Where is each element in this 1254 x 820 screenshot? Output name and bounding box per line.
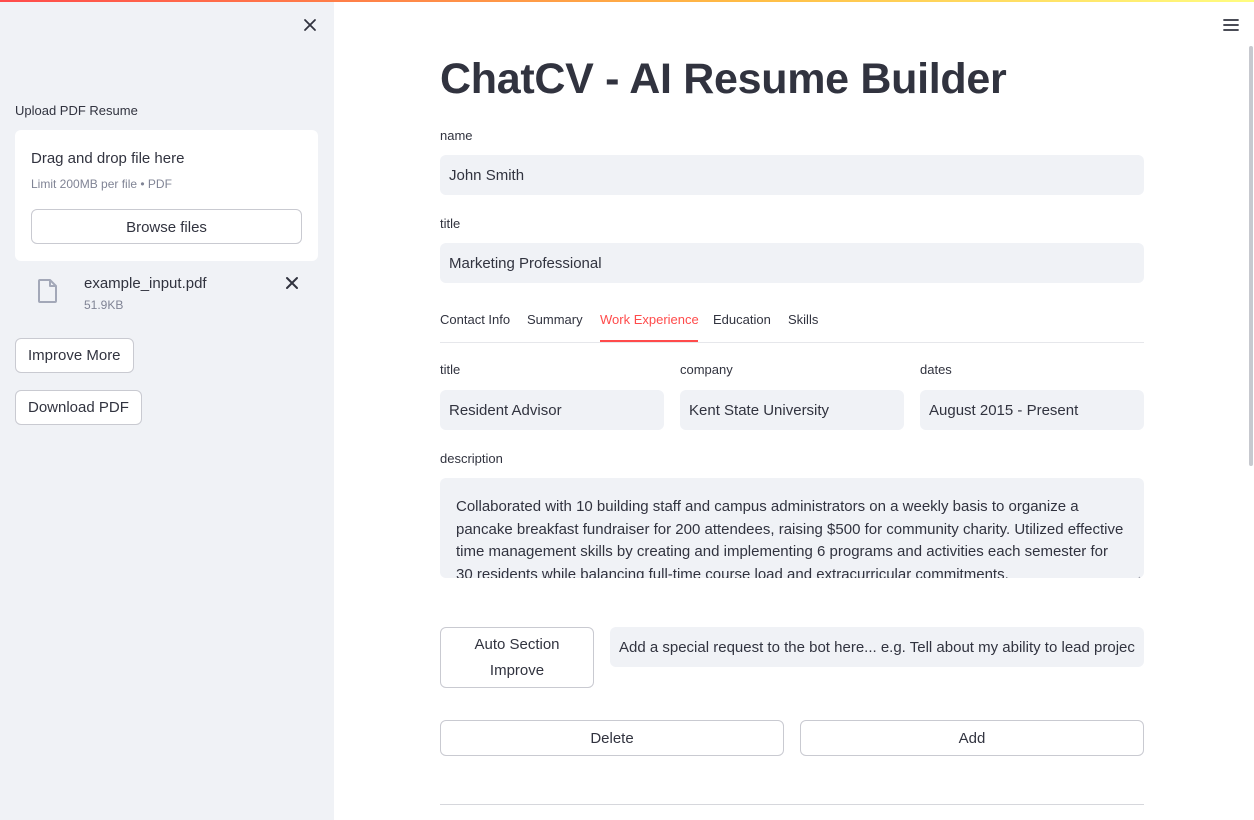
file-icon <box>37 278 59 304</box>
dates-label: dates <box>920 362 952 377</box>
name-label: name <box>440 128 473 143</box>
job-title-input[interactable] <box>440 390 664 430</box>
section-tabs: Contact Info Summary Work Experience Edu… <box>440 304 1144 343</box>
tab-summary[interactable]: Summary <box>527 312 583 327</box>
company-input[interactable] <box>680 390 904 430</box>
upload-label: Upload PDF Resume <box>15 103 138 118</box>
main-scrollbar[interactable] <box>1249 46 1253 466</box>
top-decoration-bar <box>0 0 1254 2</box>
uploaded-file-item: example_input.pdf 51.9KB <box>15 268 318 318</box>
divider <box>440 804 1144 805</box>
file-dropzone[interactable]: Drag and drop file here Limit 200MB per … <box>15 130 318 261</box>
description-text: Collaborated with 10 building staff and … <box>456 498 1124 578</box>
company-label: company <box>680 362 733 377</box>
file-size: 51.9KB <box>84 298 124 312</box>
tab-work-experience[interactable]: Work Experience <box>600 312 699 327</box>
browse-files-button[interactable]: Browse files <box>31 209 302 244</box>
auto-section-improve-button[interactable]: Auto Section Improve <box>440 627 594 688</box>
tab-skills[interactable]: Skills <box>788 312 818 327</box>
name-input[interactable] <box>440 155 1144 195</box>
special-request-input[interactable] <box>610 627 1144 667</box>
description-label: description <box>440 451 503 466</box>
title-input[interactable] <box>440 243 1144 283</box>
improve-more-button[interactable]: Improve More <box>15 338 134 373</box>
dates-input[interactable] <box>920 390 1144 430</box>
add-button[interactable]: Add <box>800 720 1144 756</box>
hamburger-menu-icon[interactable] <box>1222 17 1240 33</box>
active-tab-indicator <box>600 340 698 342</box>
sidebar: Upload PDF Resume Drag and drop file her… <box>0 0 334 820</box>
remove-file-icon[interactable] <box>283 274 301 292</box>
dropzone-limit: Limit 200MB per file • PDF <box>31 177 172 191</box>
download-pdf-button[interactable]: Download PDF <box>15 390 142 425</box>
title-label: title <box>440 216 461 231</box>
tab-education[interactable]: Education <box>713 312 771 327</box>
file-name: example_input.pdf <box>84 275 207 292</box>
resize-handle-icon[interactable] <box>1134 568 1141 578</box>
description-textarea[interactable]: Collaborated with 10 building staff and … <box>440 478 1144 578</box>
dropzone-title: Drag and drop file here <box>31 150 185 167</box>
tab-contact-info[interactable]: Contact Info <box>440 312 510 327</box>
page-title: ChatCV - AI Resume Builder <box>440 55 1007 103</box>
close-sidebar-icon[interactable] <box>300 15 320 35</box>
job-title-label: title <box>440 362 461 377</box>
delete-button[interactable]: Delete <box>440 720 784 756</box>
